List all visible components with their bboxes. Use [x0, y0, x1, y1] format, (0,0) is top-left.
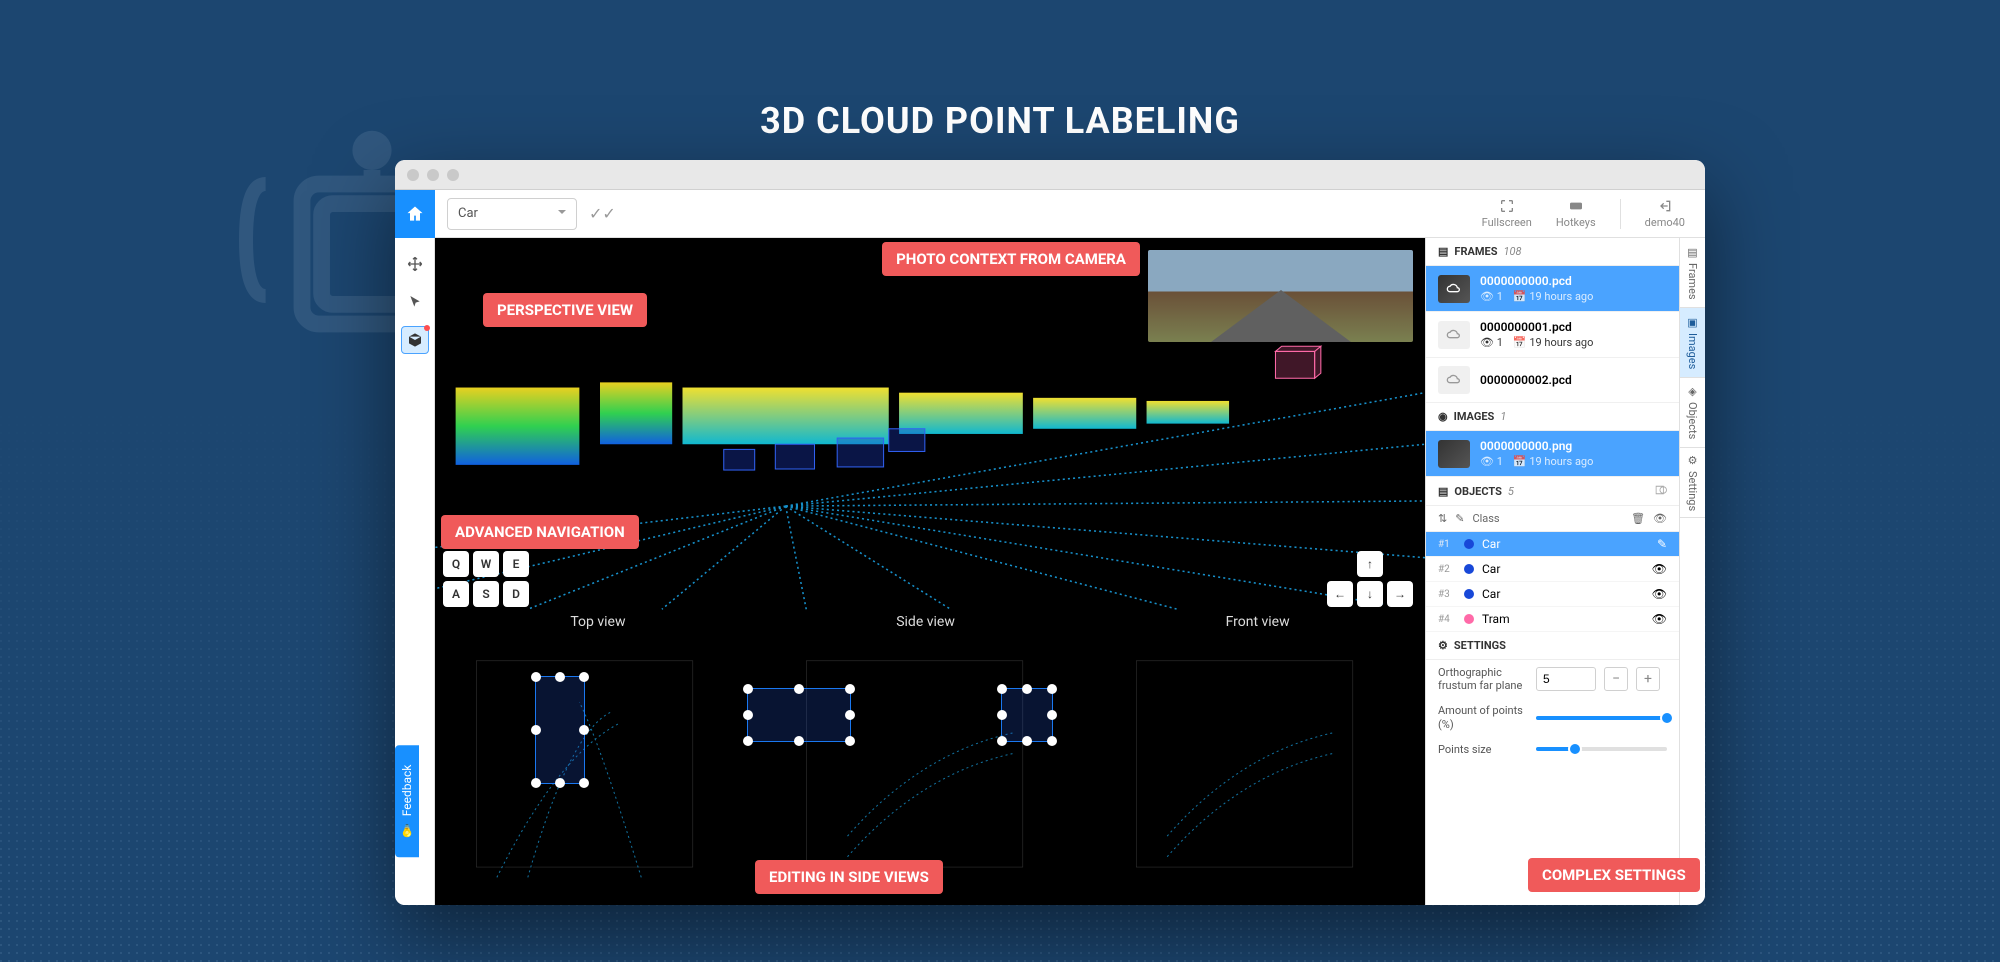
eye-icon[interactable]: 👁: [1653, 512, 1667, 525]
annotation-complex: COMPLEX SETTINGS: [1528, 858, 1700, 892]
nav-key-d[interactable]: D: [503, 581, 529, 607]
objects-columns: ⇅ ✎ Class 🗑 👁: [1426, 506, 1679, 532]
color-dot-icon: [1464, 564, 1474, 574]
cloud-icon: [1438, 321, 1470, 349]
edit-icon[interactable]: ✎: [1657, 537, 1667, 551]
nav-key-right[interactable]: →: [1387, 581, 1413, 607]
side-tab-settings[interactable]: ⚙ Settings: [1680, 448, 1705, 518]
tool-badge-icon: [424, 325, 430, 331]
cloud-icon: [1438, 275, 1470, 303]
feedback-tab[interactable]: 💡 Feedback: [395, 745, 419, 857]
object-row[interactable]: #4 Tram 👁: [1426, 607, 1679, 632]
home-button[interactable]: [395, 190, 435, 238]
bbox-front[interactable]: [1001, 688, 1053, 742]
app-window: Car ✓✓ Fullscreen Hotkeys demo40: [395, 160, 1705, 905]
object-row[interactable]: #3 Car 👁: [1426, 582, 1679, 607]
nav-key-q[interactable]: Q: [443, 551, 469, 577]
annotation-perspective: PERSPECTIVE VIEW: [483, 293, 647, 327]
color-dot-icon: [1464, 614, 1474, 624]
page-title: 3D CLOUD POINT LABELING: [760, 100, 1240, 142]
nav-key-s[interactable]: S: [473, 581, 499, 607]
nav-key-up[interactable]: ↑: [1357, 551, 1383, 577]
sort-icon[interactable]: ⇅: [1438, 512, 1447, 525]
cloud-icon: [1438, 366, 1470, 394]
nav-key-e[interactable]: E: [503, 551, 529, 577]
object-row[interactable]: #1 Car ✎: [1426, 532, 1679, 557]
frame-item[interactable]: 0000000002.pcd: [1426, 358, 1679, 403]
setting-frustum: Orthographic frustum far plane − +: [1426, 660, 1679, 698]
close-icon[interactable]: [407, 169, 419, 181]
nav-key-a[interactable]: A: [443, 581, 469, 607]
annotation-editing: EDITING IN SIDE VIEWS: [755, 860, 943, 894]
fullscreen-button[interactable]: Fullscreen: [1482, 198, 1532, 229]
side-tab-images[interactable]: ▣ Images: [1680, 308, 1705, 378]
bbox-top[interactable]: [535, 676, 585, 784]
main-viewport[interactable]: PERSPECTIVE VIEW PHOTO CONTEXT FROM CAME…: [435, 238, 1425, 905]
filter-icon[interactable]: ⎄: [1655, 484, 1667, 498]
eye-icon[interactable]: 👁: [1652, 562, 1667, 576]
eye-icon[interactable]: 👁: [1652, 587, 1667, 601]
nav-key-w[interactable]: W: [473, 551, 499, 577]
class-select[interactable]: Car: [447, 198, 577, 230]
objects-header: ▤ OBJECTS 5 ⎄: [1426, 477, 1679, 506]
annotation-advanced-nav: ADVANCED NAVIGATION: [441, 515, 639, 549]
image-item[interactable]: 0000000000.png 👁 1📅 19 hours ago: [1426, 431, 1679, 477]
frame-item[interactable]: 0000000001.pcd 👁 1📅 19 hours ago: [1426, 312, 1679, 358]
frame-item[interactable]: 0000000000.pcd 👁 1📅 19 hours ago: [1426, 266, 1679, 312]
top-toolbar: Car ✓✓ Fullscreen Hotkeys demo40: [395, 190, 1705, 238]
amount-slider[interactable]: [1536, 716, 1667, 720]
stepper-minus[interactable]: −: [1604, 667, 1628, 691]
window-titlebar: [395, 160, 1705, 190]
frustum-input[interactable]: [1536, 667, 1596, 691]
eye-icon[interactable]: 👁: [1652, 612, 1667, 626]
image-icon: ▣: [1687, 316, 1697, 329]
layers-icon: ▤: [1687, 246, 1697, 259]
cube-tool[interactable]: [401, 326, 429, 354]
gear-icon: ⚙: [1688, 454, 1698, 467]
logout-button[interactable]: demo40: [1645, 198, 1685, 229]
move-tool[interactable]: [401, 250, 429, 278]
stepper-plus[interactable]: +: [1636, 667, 1660, 691]
layers-icon: ▤: [1438, 485, 1448, 498]
settings-header: ⚙ SETTINGS: [1426, 632, 1679, 660]
setting-pointsize: Points size: [1426, 737, 1679, 762]
bulb-icon: 💡: [400, 823, 414, 838]
image-thumb: [1438, 440, 1470, 468]
trash-icon[interactable]: 🗑: [1631, 512, 1645, 525]
annotation-photo-context: PHOTO CONTEXT FROM CAMERA: [882, 242, 1140, 276]
minimize-icon[interactable]: [427, 169, 439, 181]
pointer-tool[interactable]: [401, 288, 429, 316]
side-tabs: ▤ Frames ▣ Images ◈ Objects ⚙ Settings: [1679, 238, 1705, 905]
pointsize-slider[interactable]: [1536, 747, 1667, 751]
right-panel: ▤ FRAMES 108 0000000000.pcd 👁 1📅 19 hour…: [1425, 238, 1705, 905]
nav-key-down[interactable]: ↓: [1357, 581, 1383, 607]
side-tab-objects[interactable]: ◈ Objects: [1680, 378, 1705, 448]
checkall-button[interactable]: ✓✓: [589, 204, 616, 223]
nav-key-left[interactable]: ←: [1327, 581, 1353, 607]
color-icon: ✎: [1455, 512, 1464, 525]
side-tab-frames[interactable]: ▤ Frames: [1680, 238, 1705, 308]
gear-icon: ⚙: [1438, 639, 1448, 652]
camera-preview[interactable]: [1148, 250, 1413, 342]
object-row[interactable]: #2 Car 👁: [1426, 557, 1679, 582]
setting-amount: Amount of points (%): [1426, 698, 1679, 736]
hotkeys-button[interactable]: Hotkeys: [1556, 198, 1596, 229]
cube-icon: ◈: [1688, 385, 1696, 398]
camera-icon: ◉: [1438, 410, 1448, 423]
bbox-side[interactable]: [747, 688, 851, 742]
color-dot-icon: [1464, 539, 1474, 549]
maximize-icon[interactable]: [447, 169, 459, 181]
images-header: ◉ IMAGES 1: [1426, 403, 1679, 431]
layers-icon: ▤: [1438, 245, 1448, 258]
color-dot-icon: [1464, 589, 1474, 599]
frames-header: ▤ FRAMES 108: [1426, 238, 1679, 266]
